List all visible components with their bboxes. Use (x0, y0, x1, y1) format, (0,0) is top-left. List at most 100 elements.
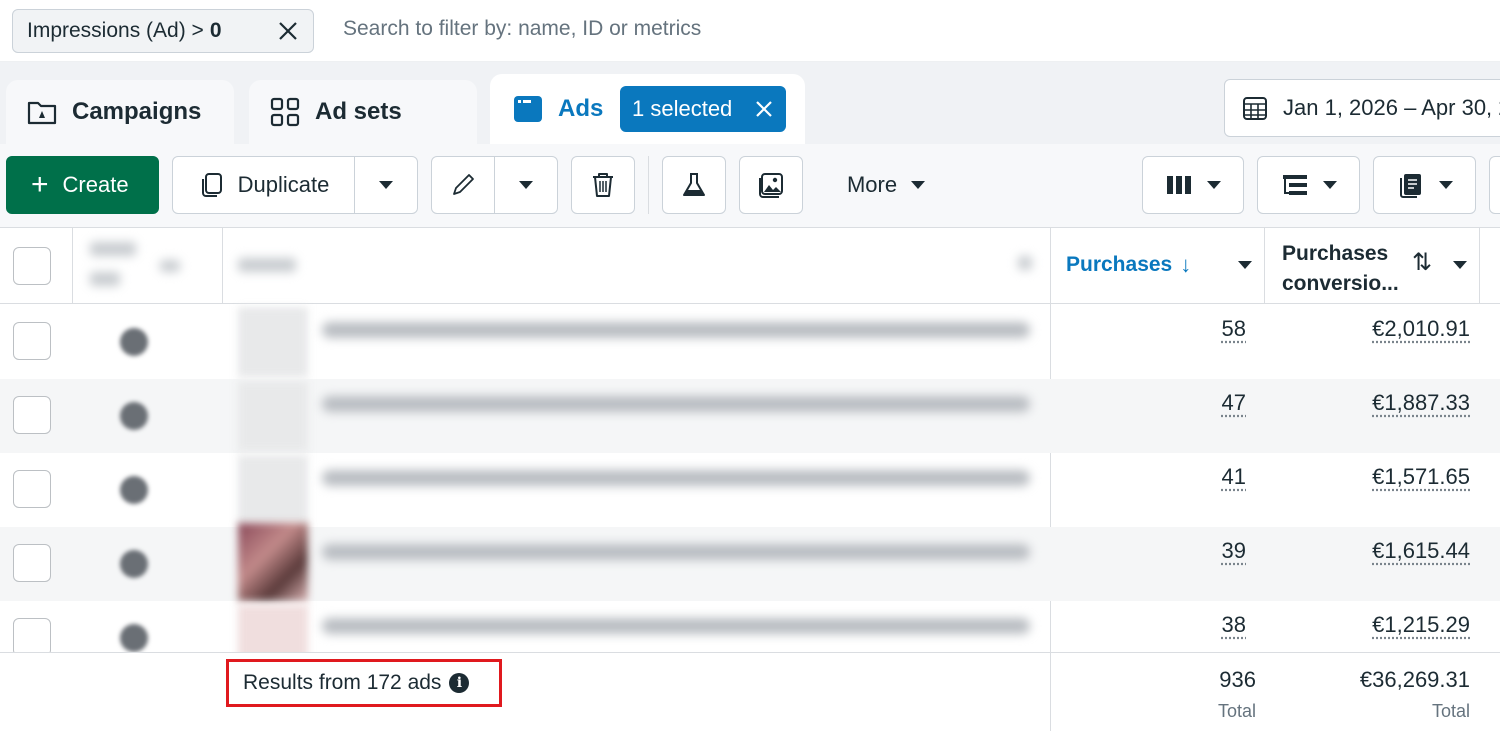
sort-icon[interactable]: ⇅ (1412, 248, 1432, 277)
grid-icon (270, 97, 300, 127)
table-row[interactable]: 41 €1,571.65 (0, 453, 1500, 527)
column-header-ad[interactable] (238, 258, 296, 272)
column-divider[interactable] (1479, 228, 1480, 304)
breakdown-icon (1282, 175, 1307, 195)
close-icon[interactable] (275, 18, 301, 44)
total-conversion-value-label: Total (1431, 701, 1470, 721)
tab-ads-label: Ads (558, 95, 604, 122)
table-footer: Results from 172 ads i 936 Total €36,269… (0, 652, 1500, 731)
date-range-picker[interactable]: Jan 1, 2026 – Apr 30, 2026 (1224, 79, 1500, 137)
flask-icon (683, 173, 705, 196)
creative-preview-button[interactable] (739, 156, 803, 214)
ad-name[interactable] (322, 470, 1030, 486)
row-checkbox[interactable] (13, 322, 51, 360)
column-divider (1050, 653, 1051, 731)
folder-icon (27, 101, 57, 125)
column-menu-icon (1018, 256, 1032, 270)
toolbar: + Create Duplicate More (0, 144, 1500, 228)
toggle-switch[interactable] (120, 624, 148, 652)
create-button[interactable]: + Create (6, 156, 159, 214)
search-input[interactable]: Search to filter by: name, ID or metrics (343, 17, 701, 41)
plus-icon: + (31, 168, 49, 201)
total-purchases-label: Total (1217, 701, 1256, 721)
duplicate-split-button: Duplicate (172, 156, 418, 214)
ad-name[interactable] (322, 618, 1030, 634)
date-range-label: Jan 1, 2026 – Apr 30, 2026 (1283, 95, 1500, 120)
reports-button[interactable] (1373, 156, 1476, 214)
info-icon[interactable]: i (449, 673, 470, 693)
conversion-value-cell[interactable]: €1,615.44 (1372, 538, 1470, 564)
selected-count-pill[interactable]: 1 selected (620, 86, 786, 132)
filter-chip[interactable]: Impressions (Ad) > 0 (12, 9, 314, 53)
toggle-switch[interactable] (120, 550, 148, 578)
toolbar-divider (648, 156, 649, 214)
chevron-down-icon (1438, 181, 1453, 189)
total-purchases: 936 (1219, 667, 1256, 692)
ad-name[interactable] (322, 322, 1030, 338)
delete-button[interactable] (571, 156, 635, 214)
ads-table: Purchases ↓ Purchases conversio... ⇅ 58 … (0, 228, 1500, 731)
toggle-switch[interactable] (120, 402, 148, 430)
tab-ads[interactable]: Ads 1 selected (490, 74, 805, 144)
purchases-cell[interactable]: 47 (1222, 390, 1246, 416)
chevron-down-icon (1322, 181, 1337, 189)
toggle-switch[interactable] (120, 476, 148, 504)
ad-name[interactable] (322, 544, 1030, 560)
calendar-icon (1243, 97, 1267, 120)
ad-name[interactable] (322, 396, 1030, 412)
ad-window-icon (514, 96, 542, 122)
breakdown-button[interactable] (1257, 156, 1360, 214)
ad-thumbnail (238, 605, 308, 652)
chevron-down-icon[interactable] (1238, 261, 1252, 269)
chevron-down-icon (519, 181, 533, 189)
row-checkbox[interactable] (13, 618, 51, 652)
purchases-cell[interactable]: 39 (1222, 538, 1246, 564)
table-header: Purchases ↓ Purchases conversio... ⇅ (0, 228, 1500, 304)
purchases-cell[interactable]: 38 (1222, 612, 1246, 638)
conversion-value-cell[interactable]: €2,010.91 (1372, 316, 1470, 342)
column-divider[interactable] (1264, 228, 1265, 304)
tab-ad-sets[interactable]: Ad sets (249, 80, 477, 144)
table-row[interactable]: 39 €1,615.44 (0, 523, 1500, 601)
filter-bar: Impressions (Ad) > 0 Search to filter by… (0, 0, 1500, 62)
row-checkbox[interactable] (13, 470, 51, 508)
column-header-purchases[interactable]: Purchases ↓ (1066, 252, 1191, 278)
table-row[interactable]: 47 €1,887.33 (0, 379, 1500, 453)
row-checkbox[interactable] (13, 544, 51, 582)
more-button[interactable]: More (830, 156, 942, 214)
tab-campaigns-label: Campaigns (72, 98, 202, 125)
results-label: Results from 172 ads (243, 671, 442, 694)
image-icon (759, 173, 783, 198)
table-row[interactable]: 58 €2,010.91 (0, 305, 1500, 379)
purchases-cell[interactable]: 41 (1222, 464, 1246, 490)
create-label: Create (62, 172, 129, 197)
arrow-down-icon: ↓ (1180, 252, 1192, 277)
row-checkbox[interactable] (13, 396, 51, 434)
filter-chip-label: Impressions (Ad) > (27, 19, 204, 42)
edit-dropdown-button[interactable] (495, 157, 557, 213)
chevron-down-icon[interactable] (1453, 261, 1467, 269)
close-icon[interactable] (754, 99, 774, 119)
conversion-value-cell[interactable]: €1,215.29 (1372, 612, 1470, 638)
duplicate-button[interactable]: Duplicate (173, 157, 355, 213)
ab-test-button[interactable] (662, 156, 726, 214)
column-header-off-on[interactable] (90, 242, 136, 256)
total-conversion-value: €36,269.31 (1359, 667, 1470, 692)
columns-button[interactable] (1142, 156, 1244, 214)
duplicate-dropdown-button[interactable] (355, 157, 417, 213)
export-button[interactable] (1489, 156, 1500, 214)
sort-icon (160, 260, 180, 272)
conversion-value-cell[interactable]: €1,887.33 (1372, 390, 1470, 416)
purchases-cell[interactable]: 58 (1222, 316, 1246, 342)
more-label: More (846, 172, 898, 197)
toggle-switch[interactable] (120, 328, 148, 356)
conversion-value-cell[interactable]: €1,571.65 (1372, 464, 1470, 490)
column-header-purchases-conversion-value[interactable]: Purchases conversio... (1282, 239, 1399, 299)
tab-campaigns[interactable]: Campaigns (6, 80, 234, 144)
purchases-header-label: Purchases (1066, 253, 1173, 276)
report-icon (1399, 174, 1421, 198)
table-row[interactable]: 38 €1,215.29 (0, 601, 1500, 652)
duplicate-label: Duplicate (237, 172, 330, 197)
select-all-checkbox[interactable] (13, 247, 51, 285)
edit-button[interactable] (432, 157, 495, 213)
